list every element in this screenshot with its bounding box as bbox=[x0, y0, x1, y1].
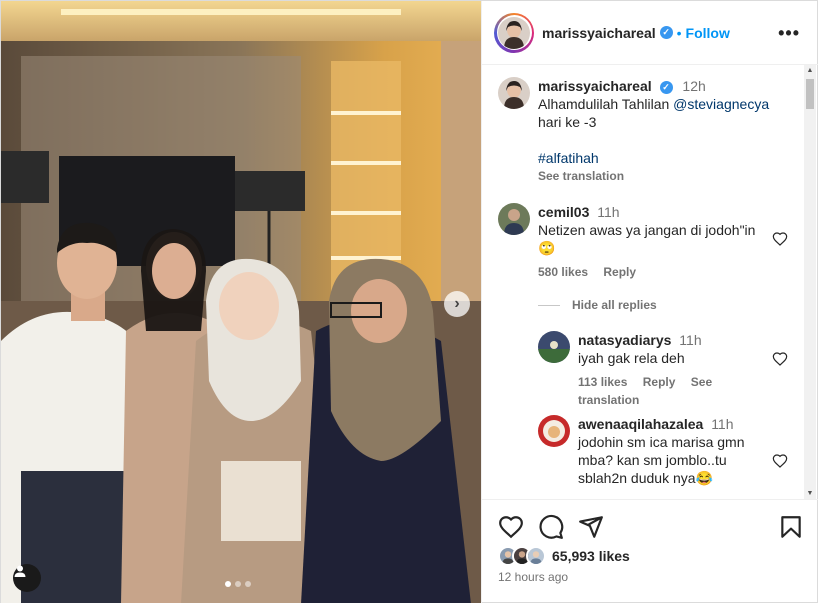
liker-avatar bbox=[526, 546, 546, 566]
instagram-post-dialog: › marissyaichareal ✓ • Follow ••• mariss… bbox=[0, 0, 818, 603]
comment-item: cemil03 11h Netizen awas ya jangan di jo… bbox=[538, 203, 788, 281]
user-icon bbox=[14, 565, 26, 577]
hide-replies-label: Hide all replies bbox=[572, 298, 657, 312]
reply-item: natasyadiarys 11h iyah gak rela deh 113 … bbox=[578, 331, 788, 409]
separator-dot: • bbox=[676, 24, 682, 41]
share-send-icon[interactable] bbox=[578, 514, 604, 540]
hide-replies-toggle[interactable]: Hide all replies bbox=[538, 298, 657, 312]
reply-time[interactable]: 11h bbox=[711, 416, 733, 432]
comment-reply-button[interactable]: Reply bbox=[603, 265, 636, 279]
heart-icon[interactable] bbox=[772, 351, 788, 367]
scrollbar-thumb[interactable] bbox=[806, 79, 814, 109]
post-header: marissyaichareal ✓ • Follow ••• bbox=[482, 1, 818, 65]
reply-text: iyah gak rela deh bbox=[578, 350, 685, 366]
comment-avatar[interactable] bbox=[498, 203, 530, 235]
tagged-users-button[interactable] bbox=[13, 564, 41, 592]
scroll-down-icon[interactable]: ▼ bbox=[806, 490, 814, 497]
story-ring[interactable] bbox=[494, 12, 534, 53]
carousel-next-button[interactable]: › bbox=[444, 291, 470, 317]
caption-text-line2: hari ke -3 bbox=[538, 114, 597, 130]
carousel-dot bbox=[245, 581, 251, 587]
comment-username[interactable]: cemil03 bbox=[538, 204, 589, 220]
post-photo[interactable]: › bbox=[1, 1, 481, 603]
caption: marissyaichareal ✓ 12h Alhamdulilah Tahl… bbox=[538, 77, 788, 185]
divider-line bbox=[538, 304, 560, 306]
caption-hashtag[interactable]: #alfatihah bbox=[538, 149, 788, 167]
post-actions: 65,993 likes 12 hours ago bbox=[482, 499, 818, 603]
comments-scrollbar[interactable]: ▲ ▼ bbox=[804, 65, 816, 499]
reply-text-line1: jodohin sm ica marisa gmn bbox=[578, 434, 745, 450]
likes-summary[interactable]: 65,993 likes bbox=[498, 546, 630, 566]
caption-author-avatar[interactable] bbox=[498, 77, 530, 109]
caption-see-translation[interactable]: See translation bbox=[538, 167, 788, 185]
reply-text-line3: sblah2n duduk nya😂 bbox=[578, 470, 713, 486]
caption-mention[interactable]: @steviagnecya bbox=[673, 96, 769, 112]
author-avatar bbox=[498, 16, 530, 49]
comment-text: Netizen awas ya jangan di jodoh"in bbox=[538, 222, 756, 238]
post-timestamp[interactable]: 12 hours ago bbox=[498, 570, 568, 584]
more-options-icon[interactable]: ••• bbox=[778, 23, 800, 44]
author-username[interactable]: marissyaichareal bbox=[542, 25, 656, 41]
reply-avatar[interactable] bbox=[538, 415, 570, 447]
caption-time[interactable]: 12h bbox=[682, 78, 705, 94]
photo-illustration bbox=[1, 1, 481, 603]
carousel-dot bbox=[235, 581, 241, 587]
caption-text: Alhamdulilah Tahlilan bbox=[538, 96, 674, 112]
follow-button[interactable]: Follow bbox=[686, 25, 730, 41]
reply-username[interactable]: awenaaqilahazalea bbox=[578, 416, 703, 432]
carousel-dot bbox=[225, 581, 231, 587]
comment-like-count[interactable]: 580 likes bbox=[538, 265, 588, 279]
reply-time[interactable]: 11h bbox=[679, 332, 701, 348]
post-sidebar: marissyaichareal ✓ • Follow ••• marissya… bbox=[481, 1, 818, 603]
liker-avatars bbox=[498, 546, 550, 566]
heart-icon[interactable] bbox=[772, 453, 788, 469]
reply-like-count[interactable]: 113 likes bbox=[578, 375, 627, 389]
comment-bubble-icon[interactable] bbox=[538, 514, 564, 540]
reply-username[interactable]: natasyadiarys bbox=[578, 332, 671, 348]
reply-text-line2: mba? kan sm jomblo..tu bbox=[578, 452, 727, 468]
reply-item: awenaaqilahazalea 11h jodohin sm ica mar… bbox=[578, 415, 788, 487]
chevron-right-icon: › bbox=[454, 295, 460, 312]
likes-count[interactable]: 65,993 likes bbox=[552, 548, 630, 564]
like-heart-icon[interactable] bbox=[498, 514, 524, 540]
reply-reply-button[interactable]: Reply bbox=[643, 375, 676, 389]
carousel-indicator bbox=[225, 581, 251, 587]
scroll-up-icon[interactable]: ▲ bbox=[806, 67, 814, 74]
verified-badge-icon: ✓ bbox=[659, 26, 673, 39]
caption-username[interactable]: marissyaichareal bbox=[538, 78, 652, 94]
comments-list[interactable]: marissyaichareal ✓ 12h Alhamdulilah Tahl… bbox=[482, 65, 818, 499]
verified-badge-icon: ✓ bbox=[659, 80, 673, 94]
bookmark-icon[interactable] bbox=[778, 514, 804, 540]
reply-avatar[interactable] bbox=[538, 331, 570, 363]
comment-emoji: 🙄 bbox=[538, 240, 556, 256]
heart-icon[interactable] bbox=[772, 231, 788, 247]
comment-time[interactable]: 11h bbox=[597, 204, 619, 220]
